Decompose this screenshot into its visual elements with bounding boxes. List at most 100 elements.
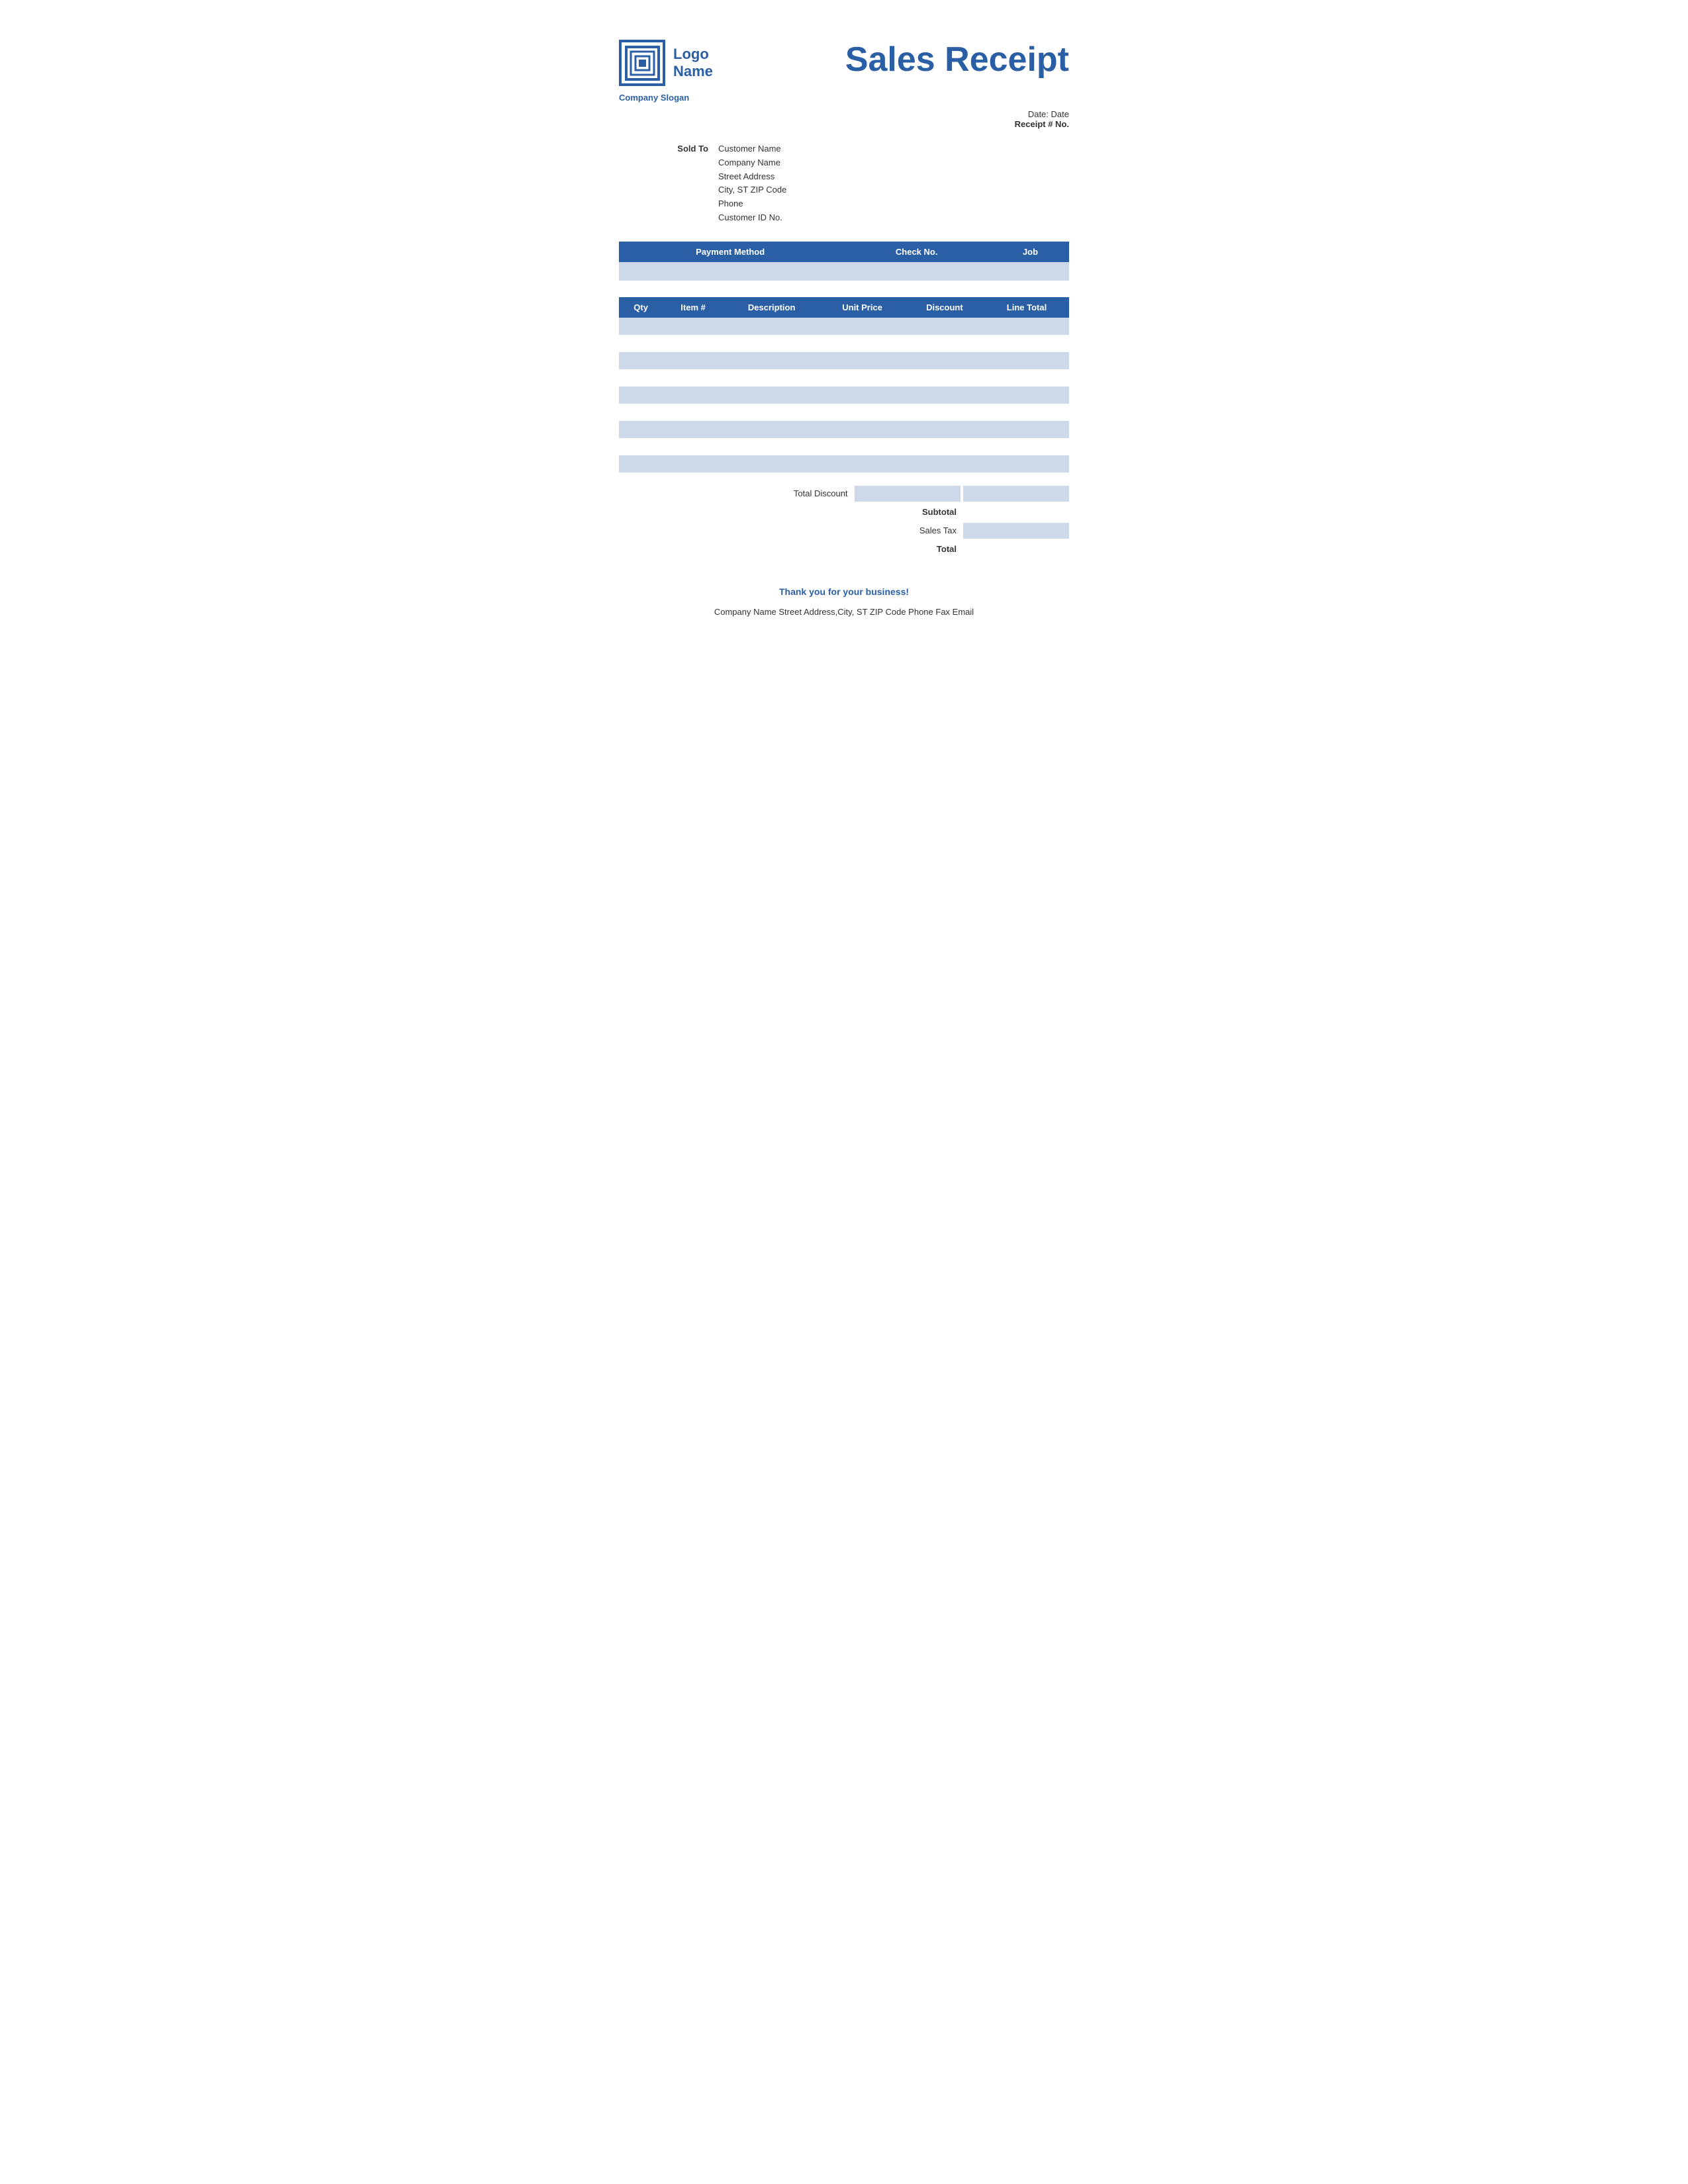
date-value: Date: [1051, 109, 1069, 119]
sales-tax-label: Sales Tax: [870, 525, 957, 535]
discount-cell: [905, 455, 984, 473]
check-no-header: Check No.: [841, 242, 992, 262]
qty-header: Qty: [619, 297, 663, 318]
price-cell: [820, 369, 904, 387]
logo-name-line2: Name: [673, 63, 713, 80]
total-label: Total: [890, 544, 957, 554]
desc-cell: [724, 387, 820, 404]
price-cell: [820, 387, 904, 404]
desc-cell: [724, 335, 820, 352]
item-cell: [663, 421, 724, 438]
logo-name-line1: Logo: [673, 46, 713, 63]
payment-method-header: Payment Method: [619, 242, 841, 262]
receipt-number: Receipt # No.: [619, 119, 1069, 129]
date-row: Date: Date: [619, 109, 1069, 119]
item-cell: [663, 404, 724, 421]
price-cell: [820, 352, 904, 369]
price-cell: [820, 404, 904, 421]
table-row: [619, 455, 1069, 473]
company-name: Company Name: [718, 156, 786, 170]
qty-cell: [619, 404, 663, 421]
item-cell: [663, 438, 724, 455]
unit-price-header: Unit Price: [820, 297, 904, 318]
table-row: [619, 335, 1069, 352]
discount-cell: [905, 369, 984, 387]
thank-you-message: Thank you for your business!: [619, 586, 1069, 597]
qty-cell: [619, 421, 663, 438]
total-cell: [984, 352, 1069, 369]
table-row: [619, 438, 1069, 455]
job-cell: [992, 262, 1069, 281]
sales-tax-box: [963, 523, 1069, 539]
desc-cell: [724, 421, 820, 438]
total-discount-box2: [963, 486, 1069, 502]
company-slogan: Company Slogan: [619, 93, 1069, 103]
qty-cell: [619, 369, 663, 387]
date-section: Date: Date Receipt # No.: [619, 109, 1069, 129]
discount-cell: [905, 421, 984, 438]
total-discount-label: Total Discount: [762, 488, 848, 498]
price-cell: [820, 335, 904, 352]
desc-cell: [724, 318, 820, 335]
discount-cell: [905, 352, 984, 369]
qty-cell: [619, 352, 663, 369]
customer-name: Customer Name: [718, 142, 786, 156]
line-total-header: Line Total: [984, 297, 1069, 318]
total-cell: [984, 369, 1069, 387]
qty-cell: [619, 335, 663, 352]
footer-contact: Company Name Street Address,City, ST ZIP…: [619, 607, 1069, 617]
total-cell: [984, 318, 1069, 335]
table-row: [619, 387, 1069, 404]
discount-cell: [905, 438, 984, 455]
total-cell: [984, 455, 1069, 473]
payment-method-cell: [619, 262, 841, 281]
item-cell: [663, 455, 724, 473]
price-cell: [820, 421, 904, 438]
table-row: [619, 369, 1069, 387]
logo-icon: [619, 40, 665, 86]
job-header: Job: [992, 242, 1069, 262]
discount-cell: [905, 335, 984, 352]
price-cell: [820, 318, 904, 335]
desc-cell: [724, 455, 820, 473]
qty-cell: [619, 387, 663, 404]
qty-cell: [619, 318, 663, 335]
date-label: Date:: [1028, 109, 1049, 119]
logo-text: Logo Name: [673, 46, 713, 81]
price-cell: [820, 455, 904, 473]
check-no-cell: [841, 262, 992, 281]
items-table: Qty Item # Description Unit Price Discou…: [619, 297, 1069, 473]
total-row: Total: [890, 541, 1069, 557]
table-row: [619, 421, 1069, 438]
discount-cell: [905, 387, 984, 404]
sales-tax-row: Sales Tax: [870, 523, 1069, 539]
item-cell: [663, 318, 724, 335]
description-header: Description: [724, 297, 820, 318]
total-cell: [984, 421, 1069, 438]
sold-to-label: Sold To: [619, 142, 718, 225]
item-cell: [663, 335, 724, 352]
table-row: [619, 318, 1069, 335]
desc-cell: [724, 369, 820, 387]
item-cell: [663, 387, 724, 404]
sold-to-info: Customer Name Company Name Street Addres…: [718, 142, 786, 225]
total-value: [963, 541, 1069, 557]
table-row: [619, 352, 1069, 369]
sold-to-section: Sold To Customer Name Company Name Stree…: [619, 142, 1069, 225]
price-cell: [820, 438, 904, 455]
discount-cell: [905, 404, 984, 421]
receipt-page: Logo Name Sales Receipt Company Slogan D…: [586, 13, 1102, 643]
header-section: Logo Name Sales Receipt: [619, 40, 1069, 86]
payment-table: Payment Method Check No. Job: [619, 242, 1069, 281]
total-discount-box1: [855, 486, 961, 502]
payment-row: [619, 262, 1069, 281]
total-cell: [984, 404, 1069, 421]
total-cell: [984, 438, 1069, 455]
item-no-header: Item #: [663, 297, 724, 318]
subtotal-label: Subtotal: [890, 507, 957, 517]
desc-cell: [724, 352, 820, 369]
total-discount-row: Total Discount: [762, 486, 1069, 502]
street-address: Street Address: [718, 170, 786, 184]
phone: Phone: [718, 197, 786, 211]
receipt-title: Sales Receipt: [845, 40, 1069, 79]
